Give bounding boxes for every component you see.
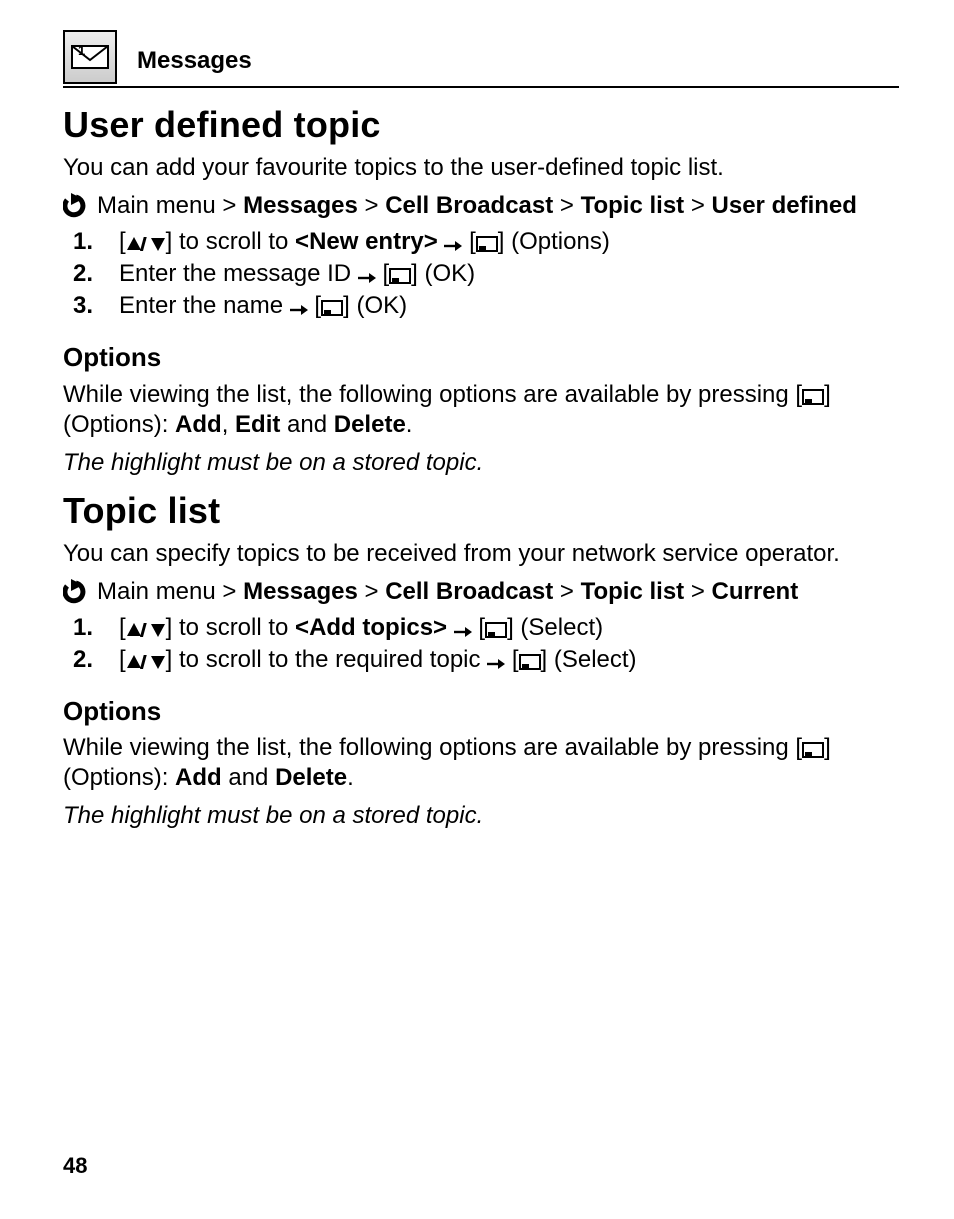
arrow-right-icon [358,272,376,284]
softkey-icon [476,236,498,252]
tl-steps: 1. [] to scroll to <Add topics> [] (Sele… [63,613,899,675]
tl-step-2: 2. [] to scroll to the required topic []… [63,645,899,675]
arrow-right-icon [290,304,308,316]
udt-options-text: While viewing the list, the following op… [63,380,899,440]
tl-step-1: 1. [] to scroll to <Add topics> [] (Sele… [63,613,899,643]
goto-icon [63,193,89,219]
softkey-icon [519,654,541,670]
udt-step-1: 1. [] to scroll to <New entry> [] (Optio… [63,227,899,257]
softkey-icon [389,268,411,284]
up-down-icon [126,622,166,638]
tl-options-heading: Options [63,695,899,728]
udt-steps: 1. [] to scroll to <New entry> [] (Optio… [63,227,899,321]
tl-options-text: While viewing the list, the following op… [63,733,899,793]
heading-topic-list: Topic list [63,488,899,533]
udt-options-heading: Options [63,341,899,374]
goto-icon [63,579,89,605]
messages-section-icon: 1 [63,30,117,84]
svg-text:1: 1 [78,43,85,58]
page-number: 48 [63,1152,87,1180]
tl-options-note: The highlight must be on a stored topic. [63,801,899,831]
arrow-right-icon [444,240,462,252]
up-down-icon [126,236,166,252]
heading-user-defined-topic: User defined topic [63,102,899,147]
section-title: Messages [137,46,252,82]
udt-options-note: The highlight must be on a stored topic. [63,448,899,478]
udt-intro: You can add your favourite topics to the… [63,153,899,183]
arrow-right-icon [487,658,505,670]
tl-intro: You can specify topics to be received fr… [63,539,899,569]
udt-step-2: 2. Enter the message ID [] (OK) [63,259,899,289]
softkey-icon [802,742,824,758]
udt-breadcrumb-text: Main menu > Messages > Cell Broadcast > … [97,191,899,221]
softkey-icon [321,300,343,316]
softkey-icon [802,389,824,405]
page-header: 1 Messages [63,30,899,88]
softkey-icon [485,622,507,638]
tl-breadcrumb: Main menu > Messages > Cell Broadcast > … [63,577,899,607]
up-down-icon [126,654,166,670]
udt-step-3: 3. Enter the name [] (OK) [63,291,899,321]
tl-breadcrumb-text: Main menu > Messages > Cell Broadcast > … [97,577,899,607]
udt-breadcrumb: Main menu > Messages > Cell Broadcast > … [63,191,899,221]
arrow-right-icon [454,626,472,638]
